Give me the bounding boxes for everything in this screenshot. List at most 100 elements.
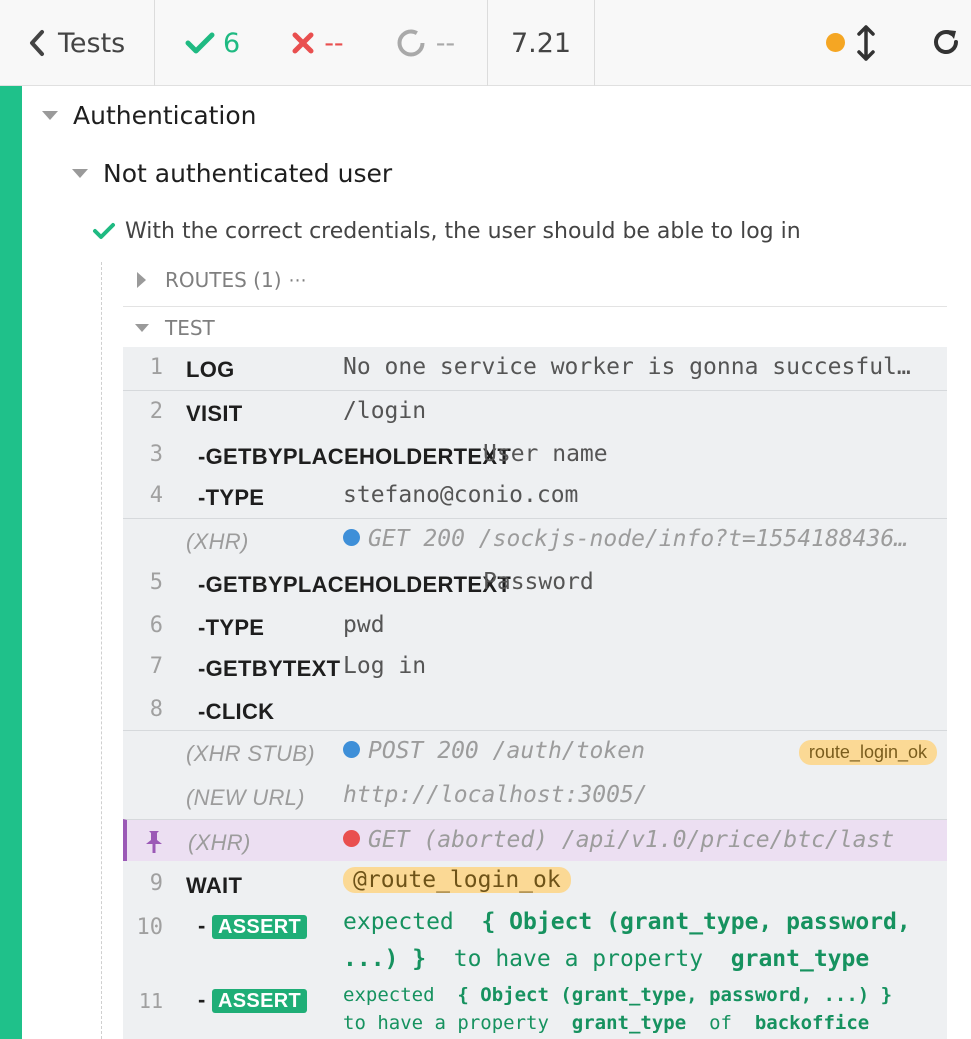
caret-right-icon	[137, 272, 146, 288]
command-row[interactable]: 4 -TYPE stefano@conio.com	[123, 475, 947, 519]
command-row-pinned-xhr[interactable]: (XHR) GET (aborted) /api/v1.0/price/btc/…	[123, 819, 947, 861]
command-message: /login	[343, 398, 427, 424]
assert-text: expected	[343, 909, 454, 935]
xhr-aborted-dot	[343, 830, 360, 847]
command-name: -GETBYPLACEHOLDERTEXT	[198, 444, 512, 469]
command-row[interactable]: 2 VISIT /login	[123, 390, 947, 435]
command-message: POST 200 /auth/token	[368, 738, 645, 764]
command-number: 1	[149, 355, 163, 380]
command-name: -TYPE	[198, 615, 265, 640]
command-name: LOG	[186, 357, 235, 382]
assert-subject-cont: ...) }	[343, 946, 427, 972]
passed-stat[interactable]: 6	[185, 28, 240, 59]
assert-property: grant_type	[730, 946, 870, 972]
duration-value: 7.21	[510, 27, 572, 59]
command-message: Log in	[343, 653, 427, 679]
command-number: 3	[149, 442, 163, 467]
suite-authentication[interactable]: Authentication	[42, 96, 257, 134]
x-icon	[292, 32, 314, 54]
failed-count: --	[324, 27, 344, 59]
command-name: -TYPE	[198, 485, 265, 510]
tree-guide	[101, 262, 102, 1039]
command-row-assert[interactable]: 11 - ASSERT expected { Object (grant_typ…	[123, 981, 947, 1039]
status-indicator	[826, 33, 845, 52]
duration: 7.21	[488, 0, 595, 86]
command-number: 4	[149, 483, 163, 508]
suite-title: Authentication	[73, 100, 257, 130]
passed-count: 6	[223, 27, 241, 59]
command-number: 6	[149, 613, 163, 638]
failed-stat[interactable]: --	[292, 28, 344, 59]
command-name: (XHR)	[186, 529, 249, 554]
pending-stat[interactable]: --	[396, 27, 456, 59]
xhr-status-dot	[343, 741, 360, 758]
routes-divider	[123, 306, 947, 307]
assert-subject: { Object (grant_type, password, ...) }	[457, 984, 893, 1006]
command-number: 9	[149, 871, 163, 896]
auto-scroll-toggle-icon[interactable]	[856, 24, 876, 62]
assert-subject: { Object (grant_type, password,	[481, 909, 911, 935]
test-section-toggle[interactable]: TEST	[135, 312, 215, 344]
command-row[interactable]: 7 -GETBYTEXT Log in	[123, 646, 947, 690]
command-row[interactable]: 1 LOG No one service worker is gonna suc…	[123, 347, 947, 391]
command-row-xhr[interactable]: (XHR) GET 200 /sockjs-node/info?t=155418…	[123, 518, 947, 563]
assert-badge: ASSERT	[212, 915, 307, 939]
back-label: Tests	[58, 27, 126, 59]
command-name: (XHR STUB)	[186, 741, 315, 766]
command-name: VISIT	[186, 401, 243, 426]
command-row[interactable]: 3 -GETBYPLACEHOLDERTEXT User name	[123, 434, 947, 478]
assert-property: grant_type	[571, 1012, 687, 1034]
command-number: 11	[138, 989, 163, 1013]
assert-text: of	[709, 1012, 732, 1034]
assert-value: backoffice	[754, 1012, 870, 1034]
reporter-header: Tests 6 -- -- 7.21	[0, 0, 971, 86]
restart-icon[interactable]	[930, 26, 962, 58]
command-number: 8	[149, 697, 163, 722]
command-number: 7	[149, 654, 163, 679]
command-message: No one service worker is gonna succesful…	[343, 354, 911, 380]
command-message: User name	[483, 441, 608, 467]
pending-count: --	[435, 27, 456, 59]
test-title: With the correct credentials, the user s…	[125, 218, 801, 244]
check-icon	[93, 223, 115, 239]
pin-icon[interactable]	[143, 829, 165, 855]
routes-label: ROUTES (1)	[165, 268, 282, 292]
command-name: -CLICK	[198, 699, 275, 724]
command-message: stefano@conio.com	[343, 482, 579, 508]
command-number: 2	[149, 399, 163, 424]
command-name: -GETBYTEXT	[198, 656, 341, 681]
command-message: GET (aborted) /api/v1.0/price/btc/last	[368, 827, 895, 853]
command-message: Password	[483, 569, 594, 595]
command-number: 10	[136, 915, 164, 940]
command-log: 1 LOG No one service worker is gonna suc…	[123, 347, 947, 1039]
back-to-tests-button[interactable]: Tests	[0, 0, 155, 86]
suite-not-authenticated-user[interactable]: Not authenticated user	[72, 154, 392, 192]
test-correct-credentials[interactable]: With the correct credentials, the user s…	[92, 212, 801, 250]
suite-title: Not authenticated user	[103, 158, 393, 188]
command-row-xhr-stub[interactable]: (XHR STUB) POST 200 /auth/token route_lo…	[123, 730, 947, 775]
caret-down-icon	[42, 110, 58, 120]
command-name: -GETBYPLACEHOLDERTEXT	[198, 572, 512, 597]
command-message: GET 200 /sockjs-node/info?t=1554188436…	[368, 526, 909, 552]
wait-alias-badge[interactable]: @route_login_ok	[343, 867, 571, 893]
pending-circle-icon	[397, 29, 425, 57]
more-icon[interactable]: ⋯	[289, 270, 307, 291]
routes-section-toggle[interactable]: ROUTES (1) ⋯	[137, 264, 307, 296]
check-icon	[185, 32, 215, 54]
command-row-new-url[interactable]: (NEW URL) http://localhost:3005/	[123, 775, 947, 819]
test-status-bar	[0, 86, 22, 1039]
assert-text: expected	[343, 984, 435, 1006]
command-row[interactable]: 6 -TYPE pwd	[123, 605, 947, 649]
command-name: WAIT	[186, 873, 243, 898]
command-row[interactable]: 8 -CLICK	[123, 689, 947, 733]
caret-down-icon	[135, 324, 149, 332]
command-row-assert[interactable]: 10 - ASSERT expected { Object (grant_typ…	[123, 907, 947, 981]
xhr-status-dot	[343, 529, 360, 546]
command-row[interactable]: 5 -GETBYPLACEHOLDERTEXT Password	[123, 562, 947, 606]
command-row[interactable]: 9 WAIT @route_login_ok	[123, 863, 947, 907]
route-alias-badge[interactable]: route_login_ok	[798, 740, 937, 765]
stats-group: 6 -- --	[155, 0, 488, 86]
command-name: (XHR)	[188, 830, 251, 855]
assert-badge: ASSERT	[212, 989, 307, 1013]
test-label: TEST	[165, 316, 215, 340]
